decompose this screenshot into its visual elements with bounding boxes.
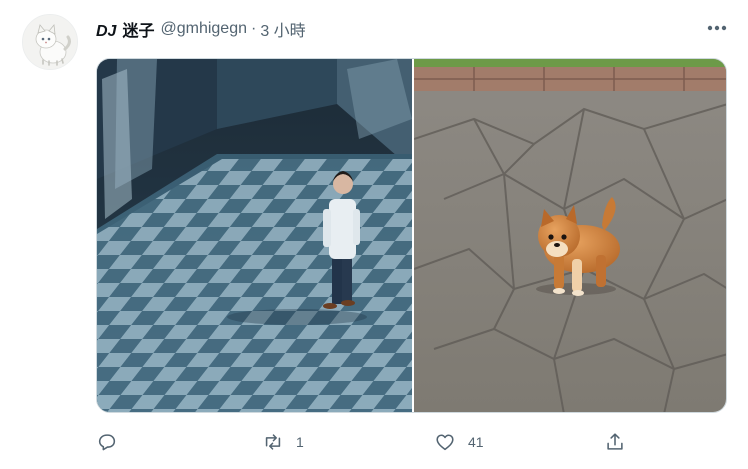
avatar[interactable] — [22, 14, 78, 70]
display-name[interactable]: DJ 迷子 — [96, 17, 154, 41]
more-horizontal-icon — [707, 25, 727, 31]
white-kitten-avatar-icon — [23, 15, 77, 69]
separator-dot: · — [250, 20, 257, 37]
shiba-puppy-on-stone-pavement-photo[interactable] — [414, 59, 726, 412]
like-button[interactable]: 41 — [434, 430, 484, 454]
share-icon — [607, 433, 623, 450]
heart-icon — [436, 434, 454, 451]
shiba-puppy-image — [414, 59, 726, 412]
share-button[interactable] — [604, 430, 626, 454]
retweet-button[interactable]: 1 — [262, 430, 304, 454]
tweet-actions: 1 41 — [96, 430, 656, 454]
media-grid — [96, 58, 727, 413]
display-name-latin: DJ — [96, 23, 117, 40]
like-count: 41 — [468, 434, 484, 450]
tweet: DJ 迷子 @gmhigegn · 3 小時 1 41 — [0, 0, 748, 469]
person-on-checkered-floor-photo[interactable] — [97, 59, 412, 412]
reply-button[interactable] — [96, 430, 130, 454]
reply-icon — [98, 434, 116, 451]
tweet-header: DJ 迷子 @gmhigegn · 3 小時 — [96, 18, 306, 40]
timestamp[interactable]: 3 小時 — [260, 17, 305, 41]
retweet-icon — [265, 434, 281, 450]
more-button[interactable] — [702, 16, 732, 40]
display-name-cjk: 迷子 — [122, 23, 155, 40]
person-on-checkered-floor-image — [97, 59, 412, 412]
user-handle[interactable]: @gmhigegn — [160, 20, 247, 38]
retweet-count: 1 — [296, 434, 304, 450]
